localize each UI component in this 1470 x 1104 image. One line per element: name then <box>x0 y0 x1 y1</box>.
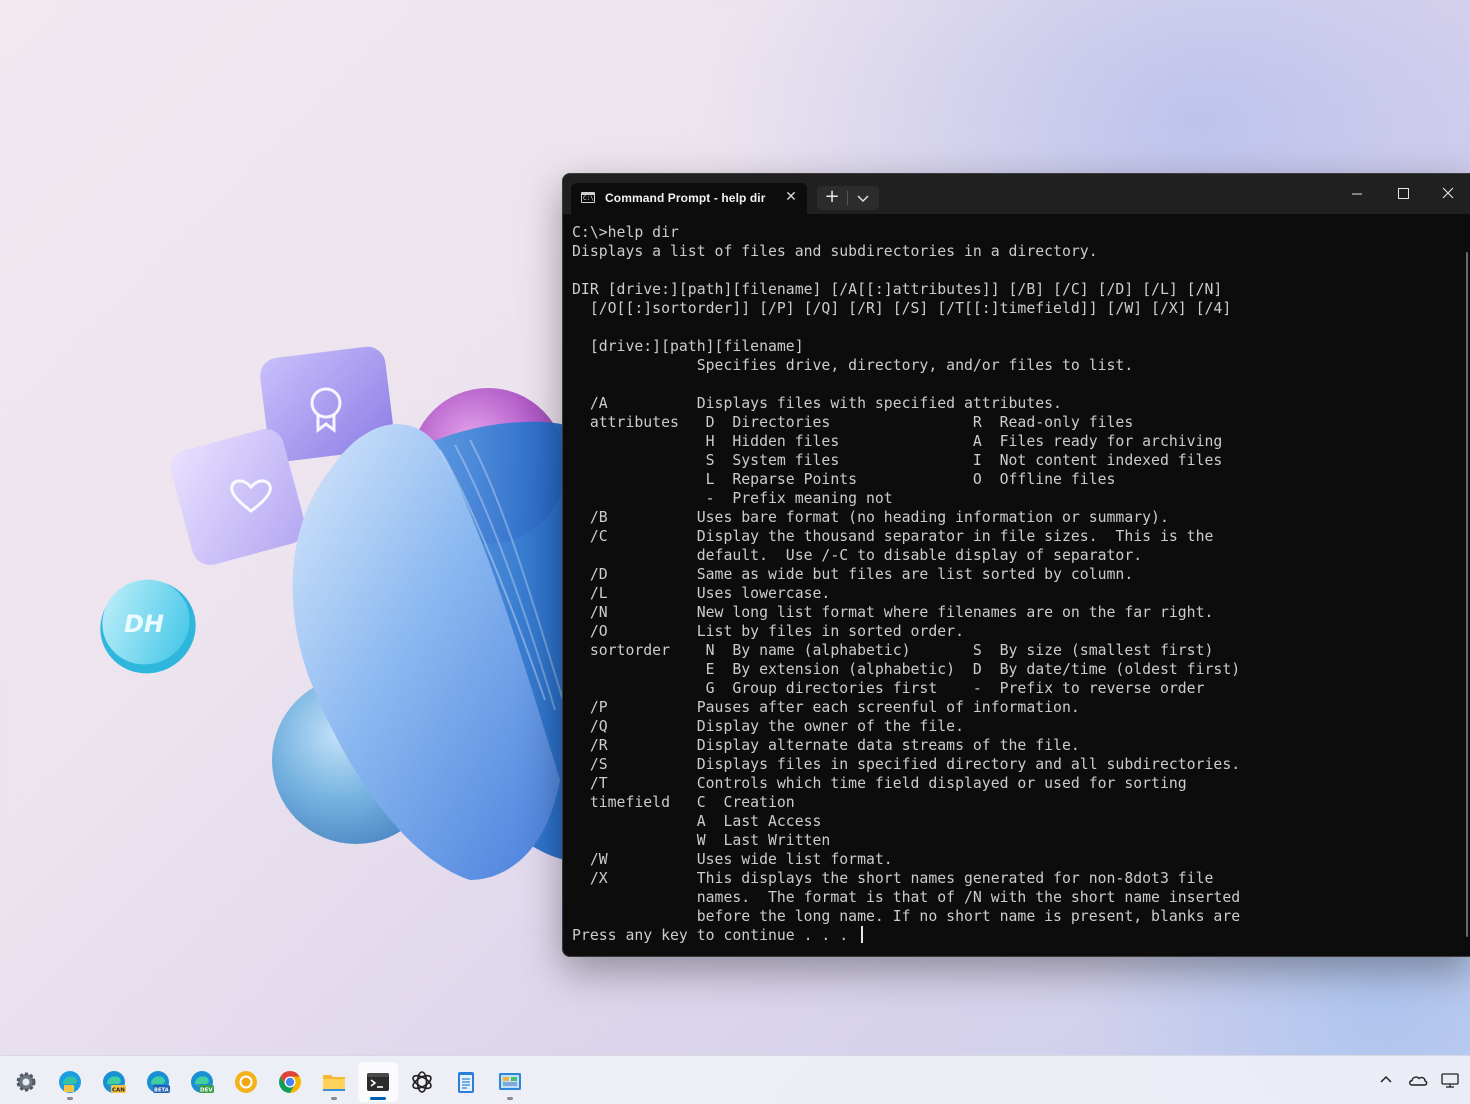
taskbar-chrome[interactable] <box>270 1062 310 1102</box>
coin: DH <box>100 579 196 674</box>
chevron-down-icon <box>857 195 869 203</box>
running-indicator <box>67 1097 73 1100</box>
close-icon <box>1442 187 1454 199</box>
console-line: [/O[[:]sortorder]] [/P] [/Q] [/R] [/S] [… <box>572 300 1232 317</box>
taskbar-chrome-canary[interactable] <box>226 1062 266 1102</box>
taskbar-edge-canary[interactable] <box>50 1062 90 1102</box>
console-line: E By extension (alphabetic) D By date/ti… <box>572 661 1241 678</box>
console-line: /N New long list format where filenames … <box>572 604 1214 621</box>
console-line: Specifies drive, directory, and/or files… <box>572 357 1134 374</box>
taskbar-chatgpt[interactable] <box>402 1062 442 1102</box>
chrome-icon <box>279 1071 301 1093</box>
console-line: - Prefix meaning not <box>572 490 893 507</box>
console-line: S System files I Not content indexed fil… <box>572 452 1223 469</box>
tab-close-button[interactable]: ✕ <box>781 187 801 207</box>
file-explorer-icon <box>323 1075 345 1091</box>
scrollbar[interactable] <box>1466 252 1468 937</box>
running-indicator <box>331 1097 337 1100</box>
display-tray[interactable] <box>1440 1070 1460 1090</box>
edge-canary-icon <box>59 1071 81 1093</box>
tab-dropdown-button[interactable] <box>848 186 879 210</box>
console-line: names. The format is that of /N with the… <box>572 889 1241 906</box>
console-line: L Reparse Points O Offline files <box>572 471 1116 488</box>
coin-text: DH <box>124 610 164 638</box>
continue-prompt: Press any key to continue . . . <box>572 926 1452 945</box>
tab-command-prompt[interactable]: C:\ Command Prompt - help dir ✕ <box>571 183 807 214</box>
title-bar[interactable]: C:\ Command Prompt - help dir ✕ + <box>563 174 1470 214</box>
new-tab-button[interactable]: + <box>817 186 847 210</box>
taskbar-notepad[interactable] <box>446 1062 486 1102</box>
show-hidden-icons-button[interactable] <box>1376 1070 1396 1090</box>
taskbar-edge-dev[interactable]: DEV <box>182 1062 222 1102</box>
chrome-canary-icon <box>235 1071 257 1093</box>
close-button[interactable] <box>1425 174 1470 214</box>
notepad-icon <box>458 1072 474 1093</box>
console-line: [drive:][path][filename] <box>572 338 804 355</box>
maximize-button[interactable] <box>1380 174 1426 214</box>
svg-text:DEV: DEV <box>200 1088 213 1094</box>
new-tab-group: + <box>817 186 879 210</box>
console-line: default. Use /-C to disable display of s… <box>572 547 1143 564</box>
taskbar-terminal[interactable] <box>358 1062 398 1102</box>
console-line: /R Display alternate data streams of the… <box>572 737 1080 754</box>
terminal-window: C:\ Command Prompt - help dir ✕ + C:\>he… <box>562 173 1470 957</box>
tab-title: Command Prompt - help dir <box>605 191 766 205</box>
chevron-up-icon <box>1380 1075 1392 1083</box>
console-line: sortorder N By name (alphabetic) S By si… <box>572 642 1214 659</box>
continue-prompt-text: Press any key to continue . . . <box>572 927 858 944</box>
onedrive-tray[interactable] <box>1408 1070 1428 1090</box>
terminal-icon <box>367 1073 389 1091</box>
console-line: A Last Access <box>572 813 822 830</box>
control-panel-icon <box>499 1073 521 1090</box>
console-line: /X This displays the short names generat… <box>572 870 1214 887</box>
console-line: /A Displays files with specified attribu… <box>572 395 1062 412</box>
chatgpt-icon <box>412 1071 432 1093</box>
maximize-icon <box>1398 188 1409 199</box>
taskbar-edge-can[interactable]: CAN <box>94 1062 134 1102</box>
taskbar: CAN BETA DEV <box>0 1055 1470 1104</box>
console-line: /P Pauses after each screenful of inform… <box>572 699 1080 716</box>
running-indicator <box>507 1097 513 1100</box>
console-line: DIR [drive:][path][filename] [/A[[:]attr… <box>572 281 1223 298</box>
console-line: before the long name. If no short name i… <box>572 908 1241 925</box>
console-line: /C Display the thousand separator in fil… <box>572 528 1214 545</box>
console-line: timefield C Creation <box>572 794 795 811</box>
console-line: /T Controls which time field displayed o… <box>572 775 1187 792</box>
console-line: /Q Display the owner of the file. <box>572 718 964 735</box>
console-line: /B Uses bare format (no heading informat… <box>572 509 1169 526</box>
active-indicator <box>370 1097 386 1100</box>
console-line: /D Same as wide but files are list sorte… <box>572 566 1134 583</box>
console-line: H Hidden files A Files ready for archivi… <box>572 433 1223 450</box>
svg-text:BETA: BETA <box>154 1088 169 1094</box>
edge-dev-icon: DEV <box>191 1071 214 1094</box>
edge-beta-icon: BETA <box>147 1071 170 1094</box>
taskbar-edge-beta[interactable]: BETA <box>138 1062 178 1102</box>
console-line: W Last Written <box>572 832 831 849</box>
svg-text:CAN: CAN <box>112 1088 125 1094</box>
console-line: /W Uses wide list format. <box>572 851 893 868</box>
console-line: attributes D Directories R Read-only fil… <box>572 414 1134 431</box>
settings-icon <box>16 1072 36 1092</box>
console-line: /L Uses lowercase. <box>572 585 831 602</box>
command-prompt-icon: C:\ <box>581 192 595 203</box>
console-line: /O List by files in sorted order. <box>572 623 964 640</box>
taskbar-settings[interactable] <box>6 1062 46 1102</box>
edge-can-icon: CAN <box>103 1071 126 1094</box>
minimize-icon <box>1352 193 1362 195</box>
taskbar-file-explorer[interactable] <box>314 1062 354 1102</box>
display-icon <box>1441 1073 1459 1088</box>
onedrive-icon <box>1409 1076 1428 1086</box>
console-line: G Group directories first - Prefix to re… <box>572 680 1205 697</box>
text-cursor <box>861 926 864 943</box>
console-line: Displays a list of files and subdirector… <box>572 243 1098 260</box>
minimize-button[interactable] <box>1334 174 1380 214</box>
taskbar-control-panel[interactable] <box>490 1062 530 1102</box>
console-line: /S Displays files in specified directory… <box>572 756 1241 773</box>
console-output[interactable]: C:\>help dir Displays a list of files and… <box>572 223 1452 953</box>
console-line: C:\>help dir <box>572 224 679 241</box>
